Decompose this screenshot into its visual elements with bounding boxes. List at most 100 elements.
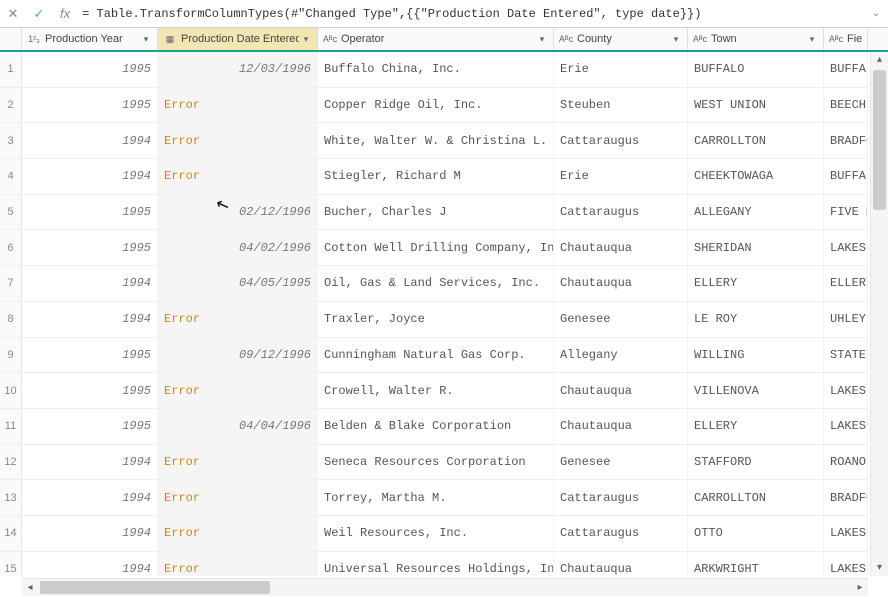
cell-field[interactable]: BRADFOR bbox=[824, 480, 868, 515]
table-row[interactable]: 141994ErrorWeil Resources, Inc.Cattaraug… bbox=[0, 516, 868, 552]
cell-operator[interactable]: Bucher, Charles J bbox=[318, 195, 554, 230]
cell-field[interactable]: UHLEY O bbox=[824, 302, 868, 337]
scroll-right-icon[interactable]: ▸ bbox=[852, 579, 868, 597]
cell-town[interactable]: WILLING bbox=[688, 338, 824, 373]
row-number[interactable]: 14 bbox=[0, 516, 22, 551]
cell-production-year[interactable]: 1994 bbox=[22, 123, 158, 158]
cell-county[interactable]: Genesee bbox=[554, 302, 688, 337]
table-row[interactable]: 7199404/05/1995Oil, Gas & Land Services,… bbox=[0, 266, 868, 302]
cell-town[interactable]: LE ROY bbox=[688, 302, 824, 337]
formula-input[interactable] bbox=[82, 7, 860, 21]
cell-operator[interactable]: Weil Resources, Inc. bbox=[318, 516, 554, 551]
cell-operator[interactable]: Stiegler, Richard M bbox=[318, 159, 554, 194]
cell-field[interactable]: STATE L bbox=[824, 338, 868, 373]
cell-operator[interactable]: Seneca Resources Corporation bbox=[318, 445, 554, 480]
vertical-scrollbar[interactable]: ▴ ▾ bbox=[870, 52, 888, 576]
table-row[interactable]: 1199512/03/1996Buffalo China, Inc.ErieBU… bbox=[0, 52, 868, 88]
column-filter-icon[interactable]: ▾ bbox=[299, 34, 313, 45]
cell-town[interactable]: CARROLLTON bbox=[688, 480, 824, 515]
row-number[interactable]: 5 bbox=[0, 195, 22, 230]
vertical-scroll-thumb[interactable] bbox=[873, 70, 886, 210]
cell-production-date-entered[interactable]: Error bbox=[158, 445, 318, 480]
cancel-icon[interactable]: ✕ bbox=[4, 5, 22, 23]
cell-county[interactable]: Cattaraugus bbox=[554, 516, 688, 551]
table-row[interactable]: 5199502/12/1996Bucher, Charles JCattarau… bbox=[0, 195, 868, 231]
cell-production-date-entered[interactable]: Error bbox=[158, 373, 318, 408]
cell-production-year[interactable]: 1994 bbox=[22, 302, 158, 337]
row-number[interactable]: 15 bbox=[0, 552, 22, 576]
table-row[interactable]: 151994ErrorUniversal Resources Holdings,… bbox=[0, 552, 868, 576]
cell-production-year[interactable]: 1994 bbox=[22, 516, 158, 551]
cell-county[interactable]: Steuben bbox=[554, 88, 688, 123]
cell-operator[interactable]: Copper Ridge Oil, Inc. bbox=[318, 88, 554, 123]
cell-town[interactable]: OTTO bbox=[688, 516, 824, 551]
row-number[interactable]: 2 bbox=[0, 88, 22, 123]
cell-county[interactable]: Erie bbox=[554, 52, 688, 87]
cell-county[interactable]: Chautauqua bbox=[554, 409, 688, 444]
cell-operator[interactable]: Universal Resources Holdings, Incorp… bbox=[318, 552, 554, 576]
column-header-field[interactable]: Aᴮc Field bbox=[824, 28, 868, 50]
table-row[interactable]: 121994ErrorSeneca Resources CorporationG… bbox=[0, 445, 868, 481]
cell-production-year[interactable]: 1995 bbox=[22, 195, 158, 230]
column-header-production-date-entered[interactable]: ▦ Production Date Entered ▾ bbox=[158, 28, 318, 50]
cell-field[interactable]: BEECH H bbox=[824, 88, 868, 123]
scroll-up-icon[interactable]: ▴ bbox=[871, 52, 888, 68]
column-filter-icon[interactable]: ▾ bbox=[805, 34, 819, 45]
cell-town[interactable]: CHEEKTOWAGA bbox=[688, 159, 824, 194]
cell-production-date-entered[interactable]: Error bbox=[158, 123, 318, 158]
cell-operator[interactable]: Buffalo China, Inc. bbox=[318, 52, 554, 87]
cell-town[interactable]: ARKWRIGHT bbox=[688, 552, 824, 576]
cell-production-date-entered[interactable]: 12/03/1996 bbox=[158, 52, 318, 87]
cell-town[interactable]: ELLERY bbox=[688, 409, 824, 444]
cell-production-date-entered[interactable]: 02/12/1996 bbox=[158, 195, 318, 230]
row-number[interactable]: 7 bbox=[0, 266, 22, 301]
cell-production-year[interactable]: 1994 bbox=[22, 445, 158, 480]
cell-production-date-entered[interactable]: Error bbox=[158, 480, 318, 515]
cell-county[interactable]: Chautauqua bbox=[554, 373, 688, 408]
row-number[interactable]: 3 bbox=[0, 123, 22, 158]
column-filter-icon[interactable]: ▾ bbox=[669, 34, 683, 45]
cell-field[interactable]: LAKESHO bbox=[824, 516, 868, 551]
scroll-left-icon[interactable]: ◂ bbox=[22, 579, 38, 597]
cell-production-date-entered[interactable]: 09/12/1996 bbox=[158, 338, 318, 373]
cell-county[interactable]: Cattaraugus bbox=[554, 195, 688, 230]
cell-field[interactable]: ELLERY bbox=[824, 266, 868, 301]
cell-town[interactable]: WEST UNION bbox=[688, 88, 824, 123]
scroll-down-icon[interactable]: ▾ bbox=[871, 560, 888, 576]
cell-town[interactable]: VILLENOVA bbox=[688, 373, 824, 408]
cell-town[interactable]: CARROLLTON bbox=[688, 123, 824, 158]
cell-field[interactable]: BUFFALO bbox=[824, 159, 868, 194]
row-number[interactable]: 4 bbox=[0, 159, 22, 194]
horizontal-scroll-thumb[interactable] bbox=[40, 581, 270, 594]
cell-operator[interactable]: Oil, Gas & Land Services, Inc. bbox=[318, 266, 554, 301]
cell-production-year[interactable]: 1995 bbox=[22, 409, 158, 444]
row-number[interactable]: 11 bbox=[0, 409, 22, 444]
cell-county[interactable]: Cattaraugus bbox=[554, 123, 688, 158]
cell-county[interactable]: Chautauqua bbox=[554, 552, 688, 576]
row-number[interactable]: 6 bbox=[0, 230, 22, 265]
cell-operator[interactable]: Crowell, Walter R. bbox=[318, 373, 554, 408]
cell-production-date-entered[interactable]: 04/02/1996 bbox=[158, 230, 318, 265]
row-number[interactable]: 10 bbox=[0, 373, 22, 408]
cell-operator[interactable]: Traxler, Joyce bbox=[318, 302, 554, 337]
cell-town[interactable]: ELLERY bbox=[688, 266, 824, 301]
cell-field[interactable]: LAKESHO bbox=[824, 552, 868, 576]
column-filter-icon[interactable]: ▾ bbox=[535, 34, 549, 45]
table-row[interactable]: 41994ErrorStiegler, Richard MErieCHEEKTO… bbox=[0, 159, 868, 195]
cell-production-date-entered[interactable]: 04/04/1996 bbox=[158, 409, 318, 444]
table-row[interactable]: 21995ErrorCopper Ridge Oil, Inc.SteubenW… bbox=[0, 88, 868, 124]
cell-production-year[interactable]: 1995 bbox=[22, 52, 158, 87]
cell-town[interactable]: ALLEGANY bbox=[688, 195, 824, 230]
column-header-production-year[interactable]: 1²₃ Production Year ▾ bbox=[22, 28, 158, 50]
column-header-town[interactable]: Aᴮc Town ▾ bbox=[688, 28, 824, 50]
cell-field[interactable]: LAKESHO bbox=[824, 373, 868, 408]
row-number[interactable]: 12 bbox=[0, 445, 22, 480]
cell-operator[interactable]: Torrey, Martha M. bbox=[318, 480, 554, 515]
cell-field[interactable]: LAKESHO bbox=[824, 409, 868, 444]
cell-field[interactable]: FIVE MI bbox=[824, 195, 868, 230]
data-grid[interactable]: 1199512/03/1996Buffalo China, Inc.ErieBU… bbox=[0, 52, 868, 576]
cell-production-date-entered[interactable]: Error bbox=[158, 159, 318, 194]
cell-town[interactable]: STAFFORD bbox=[688, 445, 824, 480]
cell-production-year[interactable]: 1994 bbox=[22, 480, 158, 515]
cell-production-year[interactable]: 1995 bbox=[22, 373, 158, 408]
